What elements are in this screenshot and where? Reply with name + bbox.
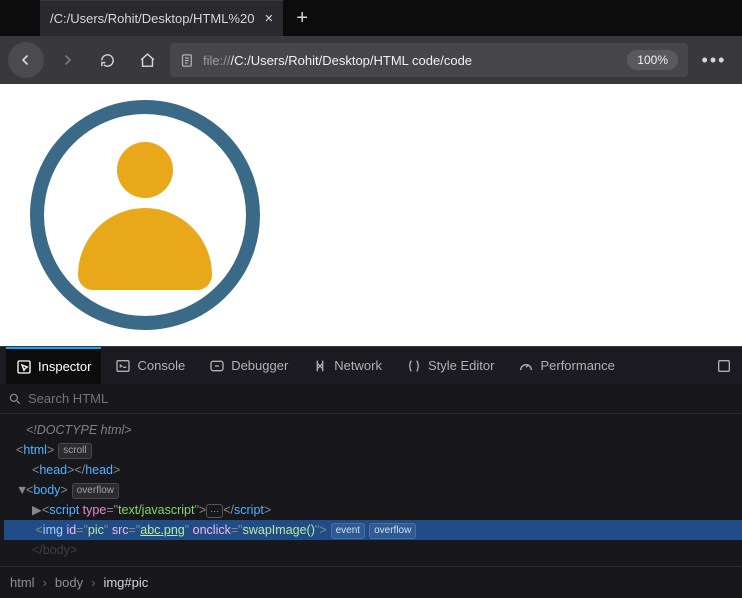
- script-line[interactable]: ▶ <script type="text/javascript">⋯</scri…: [4, 500, 742, 520]
- event-badge[interactable]: event: [331, 523, 365, 539]
- close-tab-icon[interactable]: ×: [264, 10, 273, 27]
- tab-label: Network: [334, 358, 382, 373]
- crumb-img[interactable]: img#pic: [103, 575, 148, 590]
- tab-performance[interactable]: Performance: [508, 347, 624, 384]
- img-line-selected[interactable]: <img id="pic" src="abc.png" onclick="swa…: [4, 520, 742, 540]
- browser-toolbar: file:///C:/Users/Rohit/Desktop/HTML code…: [0, 36, 742, 84]
- tab-network[interactable]: Network: [302, 347, 392, 384]
- body-open-line[interactable]: ▼ <body>overflow: [4, 480, 742, 500]
- new-tab-button[interactable]: +: [284, 0, 320, 36]
- overflow-badge[interactable]: overflow: [369, 523, 416, 539]
- search-icon: [8, 392, 22, 406]
- chevron-right-icon: ›: [43, 575, 47, 590]
- devtools-tabbar: Inspector Console Debugger Network Style…: [0, 346, 742, 384]
- browser-tab[interactable]: /C:/Users/Rohit/Desktop/HTML%20 ×: [40, 0, 284, 36]
- crumb-html[interactable]: html: [10, 575, 35, 590]
- doctype-line[interactable]: <!DOCTYPE html>: [4, 420, 742, 440]
- scroll-badge[interactable]: scroll: [58, 443, 91, 459]
- overflow-badge[interactable]: overflow: [72, 483, 119, 499]
- zoom-indicator[interactable]: 100%: [627, 50, 678, 70]
- tab-debugger[interactable]: Debugger: [199, 347, 298, 384]
- url-bar[interactable]: file:///C:/Users/Rohit/Desktop/HTML code…: [170, 43, 688, 77]
- tab-title: /C:/Users/Rohit/Desktop/HTML%20: [50, 11, 254, 26]
- page-info-icon[interactable]: [180, 53, 195, 68]
- head-line[interactable]: <head></head>: [4, 460, 742, 480]
- breadcrumbs: html › body › img#pic: [0, 566, 742, 598]
- tab-label: Performance: [540, 358, 614, 373]
- devtools-overflow-icon[interactable]: [712, 347, 736, 384]
- forward-button[interactable]: [50, 43, 84, 77]
- body-close-hint[interactable]: </body>: [4, 540, 742, 560]
- tab-style-editor[interactable]: Style Editor: [396, 347, 504, 384]
- console-icon: [115, 358, 131, 374]
- markup-panel[interactable]: <!DOCTYPE html> <html>scroll <head></hea…: [0, 414, 742, 566]
- page-content: [0, 84, 742, 346]
- style-editor-icon: [406, 358, 422, 374]
- home-button[interactable]: [130, 43, 164, 77]
- crumb-body[interactable]: body: [55, 575, 83, 590]
- url-text: file:///C:/Users/Rohit/Desktop/HTML code…: [203, 53, 472, 68]
- avatar-image[interactable]: [30, 100, 260, 330]
- html-open-line[interactable]: <html>scroll: [4, 440, 742, 460]
- debugger-icon: [209, 358, 225, 374]
- inspector-icon: [16, 359, 32, 375]
- browser-tabstrip: /C:/Users/Rohit/Desktop/HTML%20 × +: [0, 0, 742, 36]
- search-html-row: [0, 384, 742, 414]
- overflow-menu-icon[interactable]: •••: [694, 50, 734, 71]
- tab-inspector[interactable]: Inspector: [6, 347, 101, 384]
- performance-icon: [518, 358, 534, 374]
- tab-console[interactable]: Console: [105, 347, 195, 384]
- tab-label: Inspector: [38, 359, 91, 374]
- search-html-input[interactable]: [28, 391, 734, 406]
- chevron-right-icon: ›: [91, 575, 95, 590]
- reload-button[interactable]: [90, 43, 124, 77]
- tab-label: Style Editor: [428, 358, 494, 373]
- tab-label: Debugger: [231, 358, 288, 373]
- network-icon: [312, 358, 328, 374]
- back-button[interactable]: [8, 42, 44, 78]
- tab-label: Console: [137, 358, 185, 373]
